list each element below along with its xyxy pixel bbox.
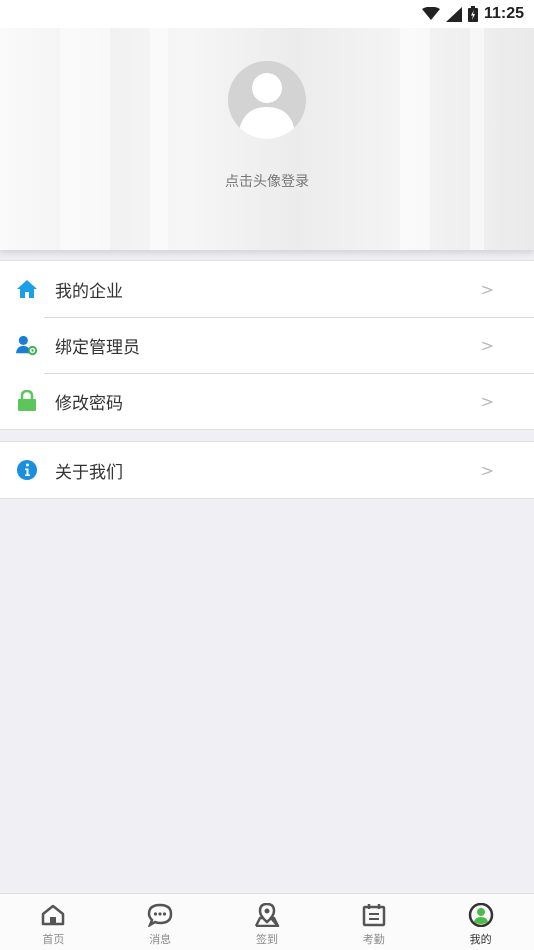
- info-icon: [16, 459, 38, 481]
- avatar[interactable]: [228, 61, 306, 139]
- status-time: 11:25: [483, 5, 524, 22]
- tab-home[interactable]: 首页: [0, 894, 107, 950]
- menu-label: 绑定管理员: [55, 337, 140, 358]
- chevron-right-icon: >: [480, 391, 494, 411]
- menu-item-change-password[interactable]: 修改密码 >: [0, 373, 534, 429]
- tab-label: 考勤: [362, 933, 385, 946]
- menu-group-about: 关于我们 >: [0, 441, 534, 499]
- tab-checkin[interactable]: 签到: [214, 894, 321, 950]
- menu-label: 我的企业: [55, 281, 123, 302]
- signal-icon: [445, 6, 462, 22]
- tab-messages[interactable]: 消息: [107, 894, 214, 950]
- menu-item-about-us[interactable]: 关于我们 >: [0, 442, 534, 498]
- chevron-right-icon: >: [480, 335, 494, 355]
- home-outline-icon: [40, 903, 66, 927]
- bottom-tab-bar: 首页 消息 签到 考勤 我的: [0, 893, 534, 950]
- chevron-right-icon: >: [480, 460, 494, 480]
- home-icon: [16, 278, 38, 300]
- chevron-right-icon: >: [480, 279, 494, 299]
- menu-item-bind-admin[interactable]: 绑定管理员 >: [0, 317, 534, 373]
- chat-icon: [147, 903, 173, 927]
- tab-label: 消息: [149, 933, 172, 946]
- wifi-icon: [421, 7, 440, 20]
- status-bar: 11:25: [0, 0, 534, 28]
- tab-attendance[interactable]: 考勤: [320, 894, 427, 950]
- location-icon: [254, 903, 280, 927]
- tab-label: 首页: [42, 933, 65, 946]
- profile-header: 点击头像登录: [0, 28, 534, 250]
- tab-label: 签到: [255, 933, 278, 946]
- menu-label: 修改密码: [55, 393, 123, 414]
- menu-group-account: 我的企业 > 绑定管理员 > 修改密码 >: [0, 260, 534, 430]
- default-avatar-icon: [238, 73, 296, 139]
- profile-icon: [468, 903, 494, 927]
- login-hint[interactable]: 点击头像登录: [0, 171, 534, 191]
- tab-mine[interactable]: 我的: [427, 894, 534, 950]
- battery-icon: [467, 6, 478, 22]
- menu-item-my-company[interactable]: 我的企业 >: [0, 261, 534, 317]
- calendar-icon: [361, 903, 387, 927]
- user-gear-icon: [16, 334, 38, 356]
- tab-label: 我的: [469, 933, 492, 946]
- menu-label: 关于我们: [55, 462, 123, 483]
- lock-icon: [16, 390, 38, 412]
